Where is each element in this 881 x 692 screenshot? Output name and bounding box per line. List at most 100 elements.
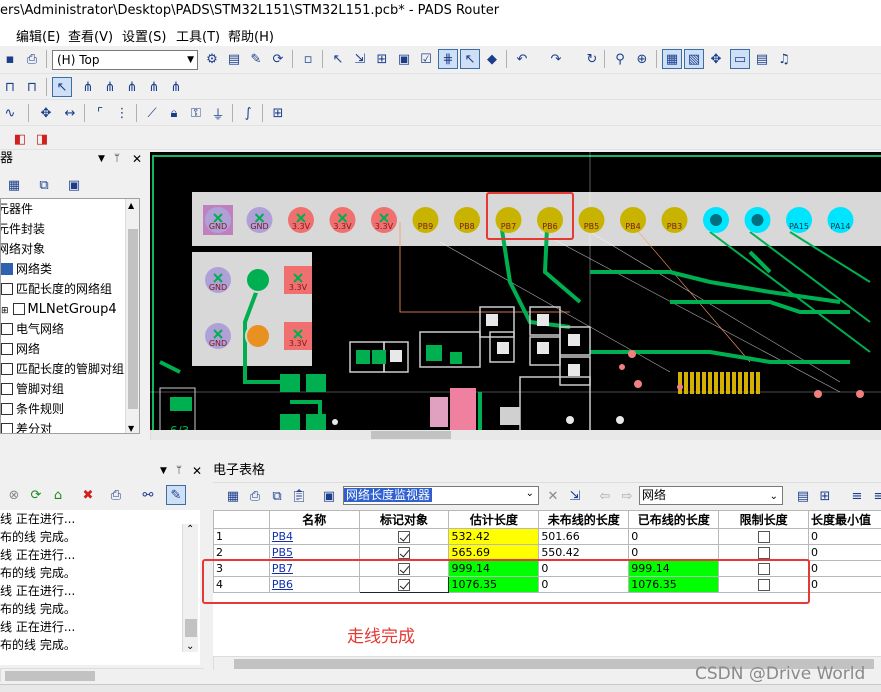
properties-icon[interactable]: ▣: [64, 175, 84, 195]
columns-icon[interactable]: ⊞: [815, 486, 835, 506]
close-icon[interactable]: ✕: [192, 462, 202, 480]
connector-pad[interactable]: PA14: [827, 207, 854, 233]
tree-item-matched-length-group[interactable]: 匹配长度的网络组: [1, 279, 112, 299]
stretch-icon[interactable]: ↔: [60, 103, 80, 123]
reload-icon[interactable]: ↻: [582, 49, 602, 69]
unlock-icon[interactable]: ⚿: [186, 103, 206, 123]
view2-icon[interactable]: ▧: [684, 49, 704, 69]
col-name[interactable]: 名称: [268, 510, 360, 529]
copy-icon[interactable]: ⧉: [34, 175, 54, 195]
home-icon[interactable]: ⌂: [48, 485, 68, 505]
save-icon[interactable]: ▪: [0, 49, 20, 69]
connector-pad[interactable]: PB6: [537, 207, 563, 233]
connector-pad[interactable]: [703, 207, 729, 233]
col-min-length[interactable]: 长度最小值: [808, 510, 881, 529]
wave-icon[interactable]: ∿: [0, 103, 20, 123]
music-icon[interactable]: ♫: [774, 49, 794, 69]
tree-item-electrical-nets[interactable]: 电气网络: [1, 319, 64, 339]
back-icon[interactable]: ⇦: [595, 486, 615, 506]
limit-cell[interactable]: [718, 528, 810, 545]
close-icon[interactable]: ✕: [543, 486, 563, 506]
connector-pad[interactable]: 3.3V: [288, 207, 314, 233]
col-estimated-length[interactable]: 估计长度: [448, 510, 540, 529]
connector-pad[interactable]: PA15: [786, 207, 812, 233]
properties-icon[interactable]: ⚙: [202, 49, 222, 69]
dropdown-icon[interactable]: ▼: [98, 150, 105, 168]
route-icon[interactable]: ⋕: [438, 49, 458, 69]
spreadsheet-icon[interactable]: ▤: [224, 49, 244, 69]
menu-view[interactable]: 查看(V): [68, 26, 113, 45]
tree-item-diff-pairs[interactable]: 差分对: [1, 419, 52, 433]
copy-icon[interactable]: ⧉: [267, 486, 287, 506]
zoom-area-icon[interactable]: ⊕: [632, 49, 652, 69]
output-hscrollbar[interactable]: [0, 668, 204, 682]
view-icon[interactable]: ▦: [662, 49, 682, 69]
print-icon[interactable]: ⎙: [106, 485, 126, 505]
menu-help[interactable]: 帮助(H): [228, 26, 274, 45]
window-icon[interactable]: ▭: [730, 49, 750, 69]
pin-icon[interactable]: ᛘ: [176, 462, 182, 480]
print-icon[interactable]: ⎙: [245, 486, 265, 506]
select-icon[interactable]: ↖: [460, 49, 480, 69]
output-scrollbar[interactable]: ⌃ ⌄: [182, 524, 198, 652]
col-routed-length[interactable]: 已布线的长度: [628, 510, 720, 529]
close-icon[interactable]: ✕: [132, 150, 142, 168]
pointer-icon[interactable]: ↖: [52, 77, 72, 97]
pin-icon[interactable]: ᛘ: [114, 150, 120, 168]
fanout3-icon[interactable]: ⋔: [122, 77, 142, 97]
find-icon[interactable]: ⚯: [138, 485, 158, 505]
tree-item-pin-pairs[interactable]: 管脚对组: [1, 379, 64, 399]
project-tree[interactable]: 元器件 元件封装 网络对象 网络类 匹配长度的网络组 ⊞ MLNetGroup4 …: [0, 198, 140, 434]
exit2-icon[interactable]: ◨: [32, 129, 52, 149]
table-row[interactable]: 1 PB4 532.42 501.66 0 0: [213, 528, 881, 545]
measure-icon[interactable]: ⊞: [372, 49, 392, 69]
tree-item-net-objects[interactable]: 网络对象: [1, 239, 45, 259]
export-icon[interactable]: ⇲: [565, 486, 585, 506]
fanout-icon[interactable]: ⋔: [78, 77, 98, 97]
tree-item-mlnetgroup4[interactable]: ⊞ MLNetGroup4: [1, 299, 117, 319]
limit-checkbox[interactable]: [757, 531, 770, 543]
menu-settings[interactable]: 设置(S): [122, 26, 166, 45]
verify-icon[interactable]: ☑: [416, 49, 436, 69]
net-link[interactable]: PB4: [272, 530, 293, 543]
type-select[interactable]: 网络 ⌄: [639, 486, 783, 505]
fanout5-icon[interactable]: ⋔: [166, 77, 186, 97]
marked-checkbox[interactable]: [398, 531, 411, 543]
tree-item-matched-pin-pairs[interactable]: 匹配长度的管脚对组: [1, 359, 124, 379]
col-limit-length[interactable]: 限制长度: [718, 510, 810, 529]
connector-pad[interactable]: GND: [203, 205, 233, 235]
clear-icon[interactable]: ⊗: [4, 485, 24, 505]
pin-icon[interactable]: ✎: [246, 49, 266, 69]
drc-icon[interactable]: ⇲: [350, 49, 370, 69]
curve-icon[interactable]: ∫: [238, 103, 258, 123]
component-icon[interactable]: ▣: [394, 49, 414, 69]
gate-icon[interactable]: ⊓: [0, 77, 20, 97]
paste-icon[interactable]: 📋︎: [289, 486, 309, 506]
grid-icon[interactable]: ⋮: [112, 103, 132, 123]
marked-cell[interactable]: [358, 528, 450, 545]
connector-pad[interactable]: 3.3V: [284, 322, 312, 350]
delete-icon[interactable]: ✖: [78, 485, 98, 505]
zoom-icon[interactable]: ⚲: [610, 49, 630, 69]
connector-pad[interactable]: GND: [244, 205, 275, 235]
menu-tools[interactable]: 工具(T): [176, 26, 220, 45]
pcb-canvas[interactable]: 6/3 GNDGND3.3V3.3V3.3VPB9PB8PB7PB6PB5PB4…: [150, 152, 881, 440]
connector-pad[interactable]: PB5: [578, 207, 605, 233]
pcb-hscrollbar[interactable]: [150, 430, 881, 440]
layer-icon[interactable]: ◆: [482, 49, 502, 69]
dropdown-icon[interactable]: ▼: [160, 462, 167, 480]
edit-icon[interactable]: ✎: [166, 485, 186, 505]
connector-pad[interactable]: 3.3V: [284, 266, 312, 294]
undo-icon[interactable]: ↶: [512, 49, 532, 69]
exit-icon[interactable]: ◧: [10, 129, 30, 149]
refresh-icon[interactable]: ⟳: [268, 49, 288, 69]
menu-edit[interactable]: 编辑(E): [16, 26, 60, 45]
redo-icon[interactable]: ↷: [546, 49, 566, 69]
connector-pad[interactable]: PB3: [661, 207, 688, 233]
tree-item-net-class[interactable]: 网络类: [1, 259, 52, 279]
marked-checkbox[interactable]: [398, 547, 411, 559]
move-icon[interactable]: ✥: [36, 103, 56, 123]
expand-icon[interactable]: ⊞: [1, 306, 9, 316]
col-marked[interactable]: 标记对象: [358, 510, 450, 529]
output-icon[interactable]: ▤: [752, 49, 772, 69]
